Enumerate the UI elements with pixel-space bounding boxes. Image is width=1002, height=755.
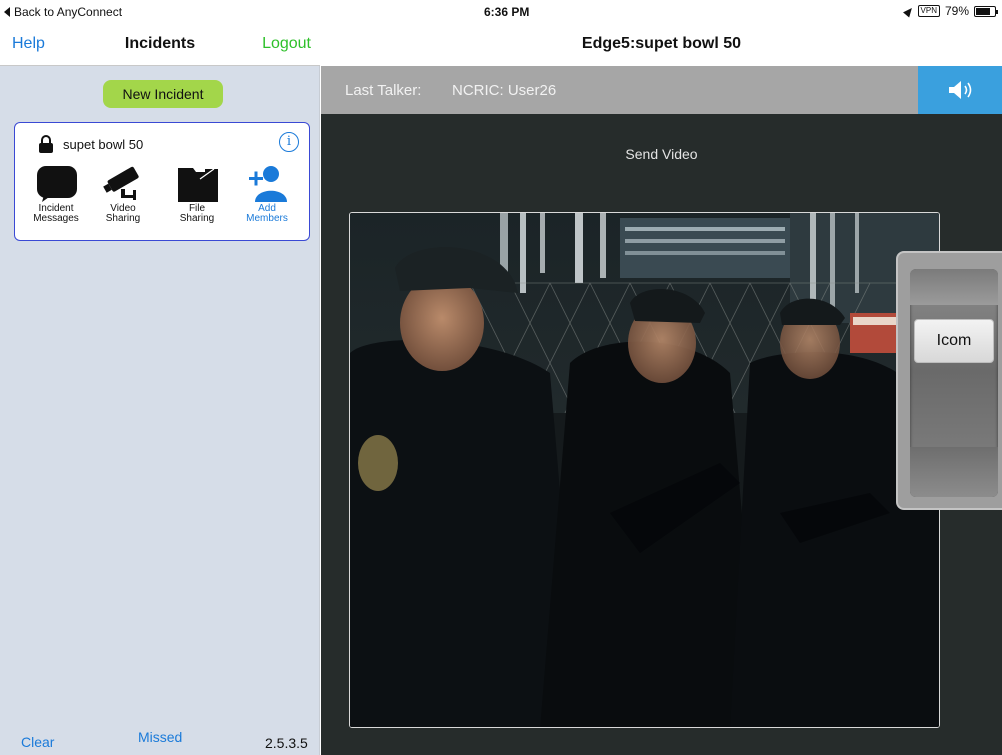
tool-label-line2: Sharing — [105, 213, 141, 224]
channel-nav-bar: Edge5:supet bowl 50 — [321, 26, 1002, 66]
status-indicators: VPN 79% — [902, 4, 998, 18]
app-version: 2.5.3.5 — [265, 735, 308, 751]
logout-button[interactable]: Logout — [262, 35, 311, 53]
missed-button[interactable]: Missed — [138, 729, 182, 745]
info-icon[interactable]: i — [279, 132, 299, 152]
back-label: Back to AnyConnect — [14, 5, 123, 19]
file-sharing-button[interactable]: File Sharing — [165, 163, 229, 233]
icom-slider-track[interactable] — [910, 269, 998, 497]
channel-title: Edge5:supet bowl 50 — [581, 35, 742, 52]
video-sharing-button[interactable]: Video Sharing — [91, 163, 155, 233]
battery-percent: 79% — [944, 4, 969, 18]
status-bar: Back to AnyConnect 6:36 PM VPN 79% — [0, 0, 1002, 26]
vpn-badge: VPN — [917, 5, 940, 17]
last-talker-label: Last Talker: — [345, 82, 422, 99]
tool-label-line2: Messages — [33, 213, 79, 224]
back-arrow-icon — [4, 7, 10, 17]
speaker-button[interactable] — [918, 66, 1002, 114]
status-time: 6:36 PM — [484, 5, 530, 19]
incident-messages-button[interactable]: Incident Messages — [24, 163, 88, 233]
security-camera-icon — [103, 166, 139, 200]
video-feed-image — [349, 212, 940, 728]
help-button[interactable]: Help — [12, 35, 45, 53]
icom-button[interactable]: Icom — [914, 319, 994, 363]
add-members-button[interactable]: Add Members — [235, 163, 299, 233]
speaker-icon — [949, 81, 972, 99]
icom-ptt-panel: Icom — [896, 251, 1002, 510]
new-incident-button[interactable]: New Incident — [103, 80, 223, 108]
tool-label-line2: Sharing — [179, 213, 215, 224]
lock-icon — [39, 135, 53, 153]
clear-button[interactable]: Clear — [21, 734, 54, 750]
incidents-nav-bar: Help Incidents Logout — [0, 26, 320, 66]
back-to-anyconnect-link[interactable]: Back to AnyConnect — [4, 5, 122, 19]
last-talker-value: NCRIC: User26 — [452, 82, 557, 99]
incidents-pane: Help Incidents Logout New Incident supet… — [0, 0, 320, 755]
location-arrow-icon — [902, 4, 915, 18]
incident-name: supet bowl 50 — [63, 137, 144, 152]
incident-card[interactable]: supet bowl 50 i Incident Messages Video … — [14, 122, 310, 241]
last-talker-bar: Last Talker: NCRIC: User26 — [321, 66, 918, 114]
message-bubble-icon — [37, 166, 77, 202]
send-video-label[interactable]: Send Video — [321, 146, 1002, 162]
video-photo — [350, 213, 939, 727]
folder-icon — [178, 168, 218, 202]
battery-icon — [974, 5, 998, 17]
tool-label-line2: Members — [246, 213, 288, 224]
add-member-icon — [249, 166, 287, 202]
